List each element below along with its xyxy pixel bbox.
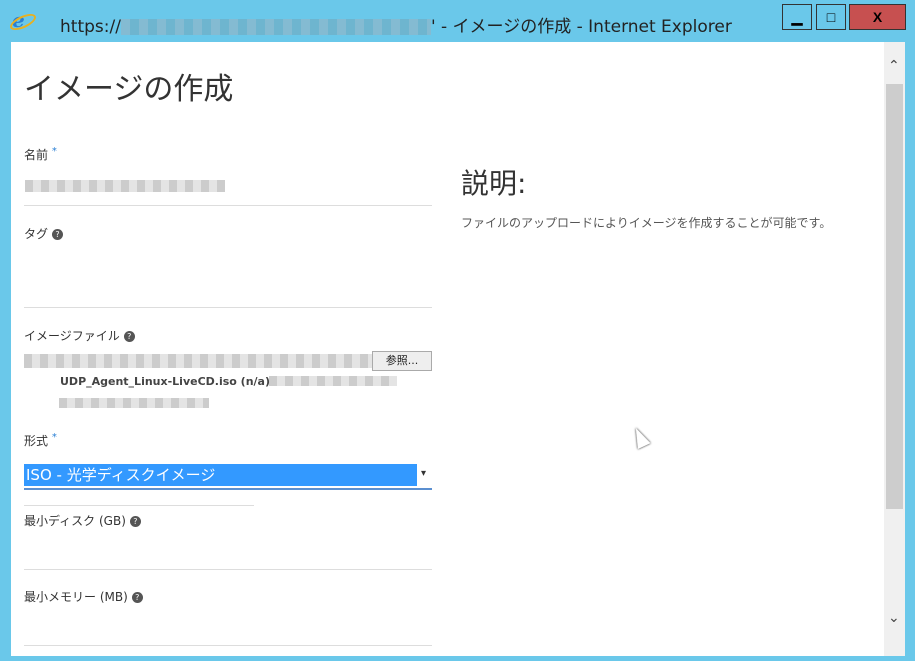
help-icon[interactable]: ? — [131, 592, 143, 603]
name-input[interactable] — [25, 180, 225, 192]
help-icon[interactable]: ? — [52, 229, 64, 240]
min-disk-label: 最小ディスク (GB)? — [24, 512, 141, 529]
tag-input[interactable] — [24, 307, 432, 308]
file-path-input[interactable] — [24, 354, 372, 368]
minimize-button[interactable]: ▁ — [782, 4, 812, 30]
min-disk-input[interactable] — [24, 569, 432, 570]
window-title: https://' - イメージの作成 - Internet Explorer — [60, 17, 732, 37]
page-title: イメージの作成 — [24, 72, 234, 107]
min-memory-input[interactable] — [24, 645, 432, 646]
redacted-text — [59, 398, 209, 408]
help-icon[interactable]: ? — [123, 331, 135, 342]
scroll-down-icon[interactable]: ⌄ — [888, 610, 900, 626]
redacted-url — [120, 19, 431, 35]
name-label: 名前 * — [24, 146, 57, 162]
close-button[interactable]: X — [849, 4, 906, 30]
tag-label: タグ? — [24, 225, 64, 242]
file-name: UDP_Agent_Linux-LiveCD.iso (n/a) — [60, 375, 270, 388]
min-memory-label: 最小メモリー (MB)? — [24, 588, 143, 605]
select-underline — [24, 488, 432, 490]
description-heading: 説明: — [461, 167, 527, 200]
divider — [24, 505, 254, 506]
format-select[interactable]: ISO - 光学ディスクイメージ — [24, 464, 417, 486]
vertical-scrollbar[interactable]: ⌃ ⌄ — [884, 42, 905, 656]
format-label: 形式 * — [24, 432, 57, 448]
mouse-cursor-icon — [629, 424, 651, 450]
divider — [24, 205, 432, 206]
scroll-up-icon[interactable]: ⌃ — [888, 58, 900, 74]
scrollbar-thumb[interactable] — [886, 84, 903, 509]
image-file-label: イメージファイル? — [24, 327, 135, 344]
internet-explorer-icon: e — [12, 10, 32, 30]
description-text: ファイルのアップロードによりイメージを作成することが可能です。 — [461, 216, 832, 230]
chevron-down-icon[interactable]: ▾ — [421, 468, 426, 479]
maximize-button[interactable]: □ — [816, 4, 846, 30]
help-icon[interactable]: ? — [129, 516, 141, 527]
title-bar: e https://' - イメージの作成 - Internet Explore… — [0, 0, 915, 42]
redacted-text — [269, 376, 397, 386]
browse-button[interactable]: 参照... — [372, 351, 432, 371]
dialog-content: イメージの作成 名前 * タグ? イメージファイル? 参照... UDP_Age… — [11, 42, 884, 656]
